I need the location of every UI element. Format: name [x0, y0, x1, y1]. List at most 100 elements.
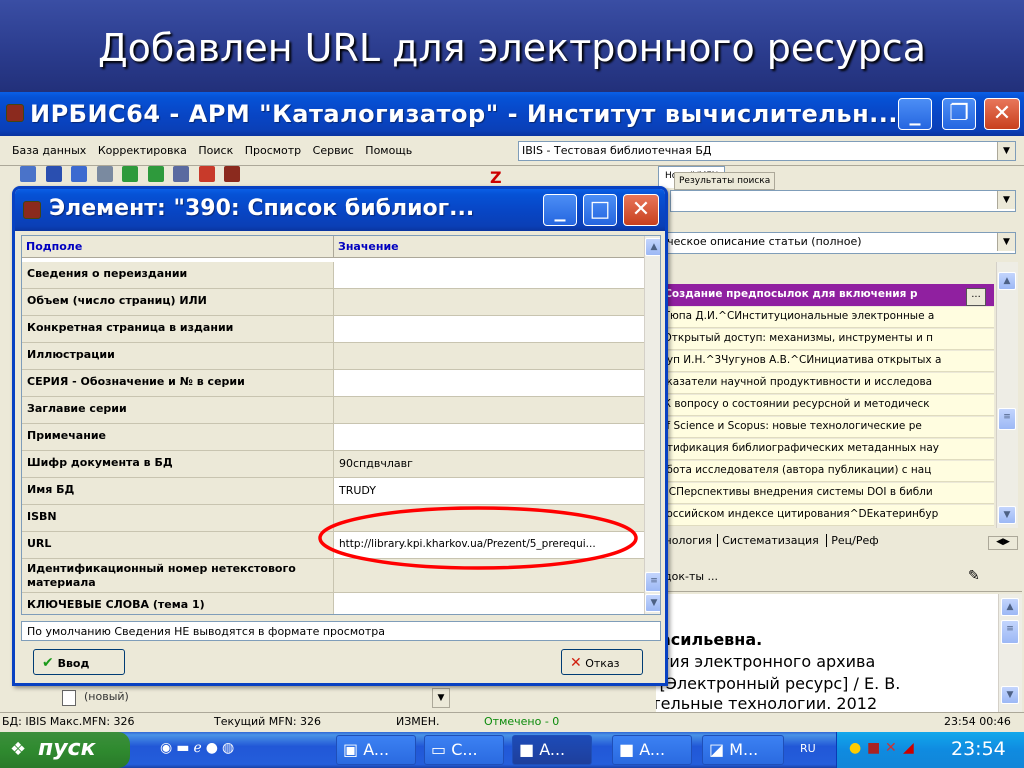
list-item[interactable]: оказатели научной продуктивности и иссле…: [656, 373, 994, 394]
taskbar-button[interactable]: ◪ M...: [702, 735, 784, 765]
tab-scroll-arrows[interactable]: ◀▶: [988, 536, 1018, 550]
scroll-thumb[interactable]: ≡: [1001, 620, 1019, 644]
tray-icon[interactable]: ◢: [903, 740, 914, 756]
list-item[interactable]: :Тюпа Д.И.^СИнституциональные электронны…: [656, 307, 994, 328]
list-selected-row[interactable]: :Создание предпосылок для включения р: [656, 284, 994, 306]
preview-scrollbar[interactable]: ▲ ≡ ▼: [998, 594, 1022, 712]
restore-button[interactable]: ❐: [942, 98, 976, 130]
table-row[interactable]: Имя БД TRUDY: [22, 478, 644, 505]
list-item[interactable]: нтификация библиографических метаданных …: [656, 439, 994, 460]
menu-help[interactable]: Помощь: [361, 136, 416, 166]
scroll-up-icon[interactable]: ▲: [645, 238, 660, 256]
list-item[interactable]: of Science и Scopus: новые технологическ…: [656, 417, 994, 438]
tray-icon[interactable]: ■: [867, 740, 880, 756]
z-icon[interactable]: Z: [490, 168, 502, 187]
table-row[interactable]: Шифр документа в БД 90спдвчлавг: [22, 451, 644, 478]
taskbar-button[interactable]: ▭ C...: [424, 735, 504, 765]
table-row[interactable]: Заглавие серии: [22, 397, 644, 424]
ie-icon[interactable]: ℯ: [193, 740, 205, 756]
dialog-close-button[interactable]: ✕: [623, 194, 659, 226]
tab-systematization[interactable]: Систематизация: [717, 534, 823, 547]
row-value[interactable]: [334, 289, 644, 315]
minimize-button[interactable]: _: [898, 98, 932, 130]
language-indicator[interactable]: RU: [800, 742, 816, 755]
tray-icon[interactable]: ✕: [885, 740, 897, 756]
list-item[interactable]: :Открытый доступ: механизмы, инструменты…: [656, 329, 994, 350]
save-icon[interactable]: [45, 166, 62, 182]
row-value[interactable]: [334, 343, 644, 369]
row-value[interactable]: [334, 316, 644, 342]
table-row[interactable]: КЛЮЧЕВЫЕ СЛОВА (тема 1): [22, 593, 644, 614]
list-item[interactable]: Российском индексе цитирования^DЕкатерин…: [656, 505, 994, 526]
row-value[interactable]: [334, 424, 644, 450]
list-item[interactable]: абота исследователя (автора публикации) …: [656, 461, 994, 482]
forward-icon[interactable]: [147, 166, 164, 182]
menu-database[interactable]: База данных: [8, 136, 90, 166]
start-button[interactable]: ❖ пуск: [0, 732, 130, 768]
dialog-maximize-button[interactable]: □: [583, 194, 617, 226]
row-value[interactable]: [334, 262, 644, 288]
scroll-down-icon[interactable]: ▼: [1001, 686, 1019, 704]
table-row[interactable]: СЕРИЯ - Обозначение и № в серии: [22, 370, 644, 397]
record-field-select[interactable]: ▼: [670, 190, 1016, 212]
ok-button[interactable]: ✔ Ввод: [33, 649, 125, 675]
dialog-titlebar[interactable]: Элемент: "390: Список библиог... _ □ ✕: [15, 189, 665, 231]
taskbar-button[interactable]: ▣ A...: [336, 735, 416, 765]
menu-search[interactable]: Поиск: [194, 136, 237, 166]
copy-icon[interactable]: [173, 166, 189, 182]
scroll-up-icon[interactable]: ▲: [998, 272, 1016, 290]
media-icon[interactable]: ●: [206, 740, 222, 756]
ellipsis-button[interactable]: ...: [966, 288, 986, 306]
table-row[interactable]: Иллюстрации: [22, 343, 644, 370]
tray-icon[interactable]: ●: [849, 740, 861, 756]
row-value[interactable]: TRUDY: [334, 478, 644, 504]
row-value[interactable]: 90спдвчлавг: [334, 451, 644, 477]
scroll-down-icon[interactable]: ▼: [998, 506, 1016, 524]
docs-link[interactable]: док-ты ...: [664, 570, 718, 583]
tab-review[interactable]: Рец/Реф: [826, 534, 883, 547]
main-window-titlebar[interactable]: ИРБИС64 - АРМ "Каталогизатор" - Институт…: [0, 92, 1024, 136]
chevron-down-icon[interactable]: ▼: [997, 191, 1015, 209]
row-value[interactable]: [334, 370, 644, 396]
chevron-down-icon[interactable]: ▼: [997, 142, 1015, 160]
back-icon[interactable]: [122, 166, 138, 182]
chevron-down-icon[interactable]: ▼: [432, 688, 450, 708]
table-row[interactable]: Примечание: [22, 424, 644, 451]
print-icon[interactable]: [96, 166, 113, 182]
database-select[interactable]: IBIS - Тестовая библиотечная БД ▼: [518, 141, 1016, 161]
col-header-subfield[interactable]: Подполе: [22, 236, 334, 258]
chevron-down-icon[interactable]: ▼: [997, 233, 1015, 251]
col-header-value[interactable]: Значение: [334, 236, 644, 258]
grid-scrollbar[interactable]: ▲ ≡ ▼: [644, 236, 660, 614]
scroll-down-icon[interactable]: ▼: [645, 594, 660, 612]
list-item[interactable]: нуп И.Н.^3Чугунов А.В.^СИнициатива откры…: [656, 351, 994, 372]
taskbar-button-active[interactable]: ■ A...: [512, 735, 592, 765]
taskbar-button[interactable]: ■ A...: [612, 735, 692, 765]
eraser-icon[interactable]: ✎: [968, 568, 980, 584]
table-row[interactable]: Сведения о переиздании: [22, 262, 644, 289]
table-row[interactable]: Конкретная страница в издании: [22, 316, 644, 343]
scroll-up-icon[interactable]: ▲: [1001, 598, 1019, 616]
irbis-tool-icon[interactable]: [224, 166, 240, 182]
firefox-icon[interactable]: ◍: [222, 740, 238, 756]
list-scrollbar[interactable]: ▲ ≡ ▼: [996, 262, 1018, 528]
list-item[interactable]: :К вопросу о состоянии ресурсной и метод…: [656, 395, 994, 416]
table-row[interactable]: Объем (число страниц) ИЛИ: [22, 289, 644, 316]
close-button[interactable]: ✕: [984, 98, 1020, 130]
scroll-thumb[interactable]: ≡: [645, 572, 660, 592]
scroll-thumb[interactable]: ≡: [998, 408, 1016, 430]
list-item[interactable]: ^СПерспективы внедрения системы DOI в би…: [656, 483, 994, 504]
quick-launch-icon[interactable]: ◉: [160, 740, 176, 756]
format-select[interactable]: ическое описание статьи (полное) ▼: [656, 232, 1016, 254]
undo-icon[interactable]: [71, 166, 87, 182]
delete-icon[interactable]: [198, 166, 215, 182]
new-record-icon[interactable]: [20, 166, 36, 182]
menu-service[interactable]: Сервис: [309, 136, 358, 166]
dialog-minimize-button[interactable]: _: [543, 194, 577, 226]
row-value[interactable]: [334, 593, 644, 614]
tab-search-results[interactable]: Результаты поиска: [674, 172, 776, 190]
row-value[interactable]: [334, 397, 644, 423]
menu-view[interactable]: Просмотр: [241, 136, 305, 166]
menu-correction[interactable]: Корректировка: [94, 136, 191, 166]
desktop-icon[interactable]: ▬: [176, 740, 193, 756]
